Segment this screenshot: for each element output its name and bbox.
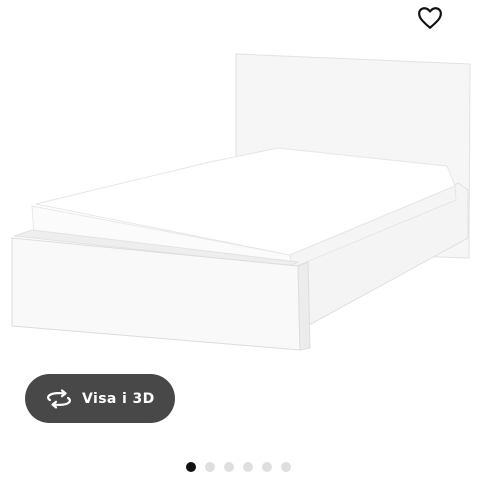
carousel-pagination [186,462,291,472]
carousel-dot-3[interactable] [224,462,234,472]
carousel-dot-4[interactable] [243,462,253,472]
bed-leg [297,261,311,351]
carousel-dot-6[interactable] [281,462,291,472]
carousel-dot-5[interactable] [262,462,272,472]
heart-outline-icon [418,7,442,29]
carousel-dot-2[interactable] [205,462,215,472]
favorite-button[interactable] [414,2,446,34]
carousel-dot-1[interactable] [186,462,196,472]
view-in-3d-button[interactable]: Visa i 3D [25,374,175,423]
rotate-arrows-icon [45,388,73,410]
view-in-3d-label: Visa i 3D [82,390,155,407]
